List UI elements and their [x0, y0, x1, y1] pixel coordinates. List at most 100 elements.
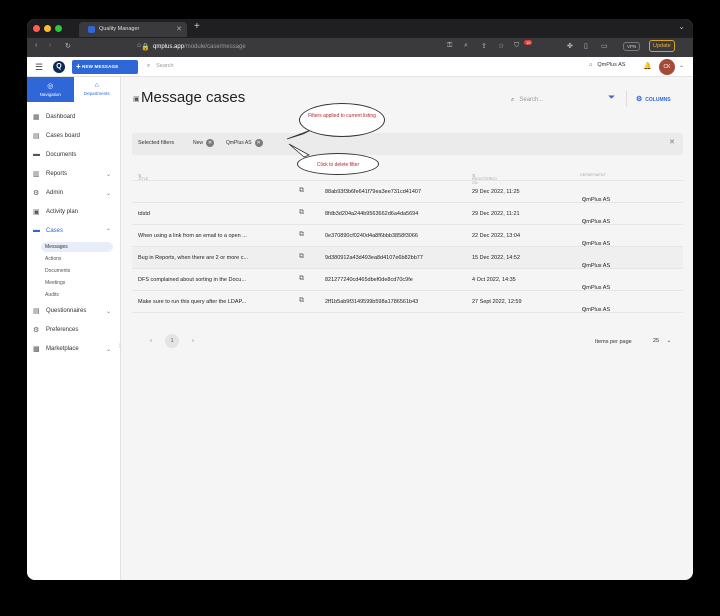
table-row[interactable]: DFS complained about sorting in the Docu…	[132, 269, 683, 291]
row-date: 22 Dec 2022, 13:04	[472, 233, 521, 239]
sidebar-item-admin[interactable]: ⚙ Admin ⌄	[27, 187, 121, 201]
gear-icon: ⚙	[33, 327, 40, 334]
sidebar-item-label: Marketplace	[46, 346, 79, 352]
close-tab-icon[interactable]: ✕	[176, 25, 182, 33]
items-per-page-select[interactable]: 25 ⌄	[648, 335, 676, 347]
bookmark-star-icon[interactable]: ☆	[498, 42, 504, 50]
sidebar-item-documents[interactable]: ▬ Documents	[27, 149, 121, 163]
chevron-down-icon: ⌄	[105, 191, 111, 197]
search-icon[interactable]: ⌕	[464, 42, 468, 50]
chevron-down-icon: ⌄	[105, 172, 111, 178]
brave-shield-icon[interactable]: ⛉	[514, 42, 519, 50]
row-title: DFS complained about sorting in the Docu…	[138, 277, 246, 283]
case-search-input[interactable]: ⌕ Search...	[505, 93, 591, 108]
tab-navigation-label: Navigation	[39, 92, 61, 97]
close-window-button[interactable]	[33, 25, 40, 32]
sidebar-item-label: Activity plan	[46, 209, 79, 215]
case-search-placeholder: Search...	[519, 97, 544, 103]
sidebar-item-label: Cases board	[46, 133, 81, 139]
tab-list-chevron-icon[interactable]: ⌄	[678, 22, 685, 31]
gear-icon: ⚙	[636, 96, 643, 103]
table-row[interactable]: Make sure to run this query after the LD…	[132, 291, 683, 313]
divider	[626, 91, 627, 107]
new-tab-button[interactable]: +	[194, 21, 200, 32]
sidebar-subitem-audits[interactable]: Audits	[41, 290, 113, 300]
sidebar-subitem-documents[interactable]: Documents	[41, 266, 113, 276]
plus-icon: +	[76, 62, 81, 71]
row-date: 4 Oct 2022, 14:35	[472, 277, 516, 283]
sidebar-item-preferences[interactable]: ⚙ Preferences	[27, 324, 121, 338]
row-date: 29 Dec 2022, 11:21	[472, 211, 520, 217]
maximize-window-button[interactable]	[55, 25, 62, 32]
browser-toolbar: ‹ › ↻ ⌂ 🔒 qmplus.app/module/case/message…	[27, 38, 693, 57]
prev-page-icon[interactable]: ‹	[144, 334, 158, 348]
sidebar-item-activity-plan[interactable]: ▣ Activity plan	[27, 206, 121, 220]
clear-filters-icon[interactable]: ✕	[669, 138, 675, 146]
table-row[interactable]: tdstd ⧉ 8fdb3d204a244b9563662d6a4da5694 …	[132, 203, 683, 225]
copy-icon[interactable]: ⧉	[299, 187, 304, 195]
table-row[interactable]: ⧉ 88ab93f3b6fe641f79ea3ee731cd41407 29 D…	[132, 181, 683, 203]
new-message-label: NEW MESSAGE	[82, 64, 119, 69]
columns-label: COLUMNS	[645, 97, 671, 103]
new-message-button[interactable]: + NEW MESSAGE	[72, 60, 138, 74]
tab-navigation[interactable]: ◎ Navigation	[27, 77, 74, 102]
sidebar-subitem-meetings[interactable]: Meetings	[41, 278, 113, 288]
wallet-icon[interactable]: ▭	[601, 42, 608, 50]
sidebar-item-label: Documents	[46, 152, 77, 158]
sidebar-item-questionnaires[interactable]: ▤ Questionnaires ⌄	[27, 305, 121, 319]
table-row[interactable]: Bug in Reports, when there are 2 or more…	[132, 247, 683, 269]
column-header-registered[interactable]: REGISTERED ON ⇅	[472, 173, 497, 185]
extensions-icon[interactable]: ✤	[567, 42, 573, 50]
sidebar-subitem-actions[interactable]: Actions	[41, 254, 113, 264]
sidebar-item-label: Questionnaires	[46, 308, 87, 314]
sidebar-item-cases-board[interactable]: ▤ Cases board	[27, 130, 121, 144]
bell-icon[interactable]: 🔔	[643, 62, 652, 70]
sidebar: ◎ Navigation ⌂ Departments ▦ Dashboard ▤ C…	[27, 77, 121, 580]
copy-icon[interactable]: ⧉	[299, 209, 304, 217]
url-host: qmplus.app	[153, 44, 185, 50]
tab-departments[interactable]: ⌂ Departments	[73, 77, 120, 102]
items-per-page-value: 25	[653, 338, 660, 344]
sidebar-item-dashboard[interactable]: ▦ Dashboard	[27, 111, 121, 125]
callout-tail-delete	[288, 143, 310, 158]
avatar[interactable]: CK	[659, 59, 675, 75]
chart-icon: ▥	[33, 171, 40, 178]
table-row[interactable]: When using a link from an email to a ope…	[132, 225, 683, 247]
chevron-down-icon[interactable]: ⌄	[679, 62, 684, 69]
update-button[interactable]: Update	[649, 40, 675, 52]
page-number[interactable]: 1	[165, 334, 179, 348]
row-id: 821277240cd465dbef0de8cd70c9fe	[325, 277, 413, 283]
copy-icon[interactable]: ⧉	[299, 231, 304, 239]
key-icon[interactable]: ⚿	[447, 42, 452, 50]
sidebar-icon[interactable]: ▯	[584, 42, 588, 50]
copy-icon[interactable]: ⧉	[299, 253, 304, 261]
address-bar[interactable]: 🔒 qmplus.app/module/case/message	[137, 41, 517, 54]
sidebar-item-cases[interactable]: ▬ Cases ⌃	[27, 225, 121, 239]
browser-tab[interactable]: Quality Manager ✕	[79, 22, 187, 37]
row-id: 88ab93f3b6fe641f79ea3ee731cd41407	[325, 189, 422, 195]
copy-icon[interactable]: ⧉	[299, 275, 304, 283]
forward-icon[interactable]: ›	[49, 42, 51, 49]
menu-icon[interactable]: ☰	[35, 62, 43, 73]
columns-button[interactable]: ⚙ COLUMNS	[636, 95, 671, 103]
back-icon[interactable]: ‹	[35, 42, 37, 49]
column-header-title[interactable]: TITLE ⇅	[138, 173, 148, 181]
row-title: Bug in Reports, when there are 2 or more…	[138, 255, 249, 261]
share-icon[interactable]: ⇪	[481, 42, 487, 50]
global-search-input[interactable]: ⌕ Search	[147, 63, 174, 70]
reload-icon[interactable]: ↻	[65, 42, 71, 50]
app-logo[interactable]: Q	[53, 61, 65, 73]
sidebar-item-marketplace[interactable]: ▩ Marketplace ⌄	[27, 343, 121, 357]
callout-tail-filters	[286, 129, 312, 140]
minimize-window-button[interactable]	[44, 25, 51, 32]
main-content: ▣ Message cases ⌕ Search... ⏷ ⚙ COLUMNS Se…	[121, 77, 693, 580]
sidebar-subitem-messages[interactable]: Messages	[41, 242, 113, 252]
company-selector[interactable]: ⌂ QmPlus AS	[589, 62, 625, 68]
copy-icon[interactable]: ⧉	[299, 297, 304, 305]
filter-icon[interactable]: ⏷	[608, 92, 615, 103]
next-page-icon[interactable]: ›	[186, 334, 200, 348]
column-header-department[interactable]: DEPARTMENT	[580, 173, 606, 177]
sidebar-item-reports[interactable]: ▥ Reports ⌄	[27, 168, 121, 182]
sidebar-item-label: Reports	[46, 171, 68, 177]
vpn-button[interactable]: VPN	[623, 42, 641, 51]
